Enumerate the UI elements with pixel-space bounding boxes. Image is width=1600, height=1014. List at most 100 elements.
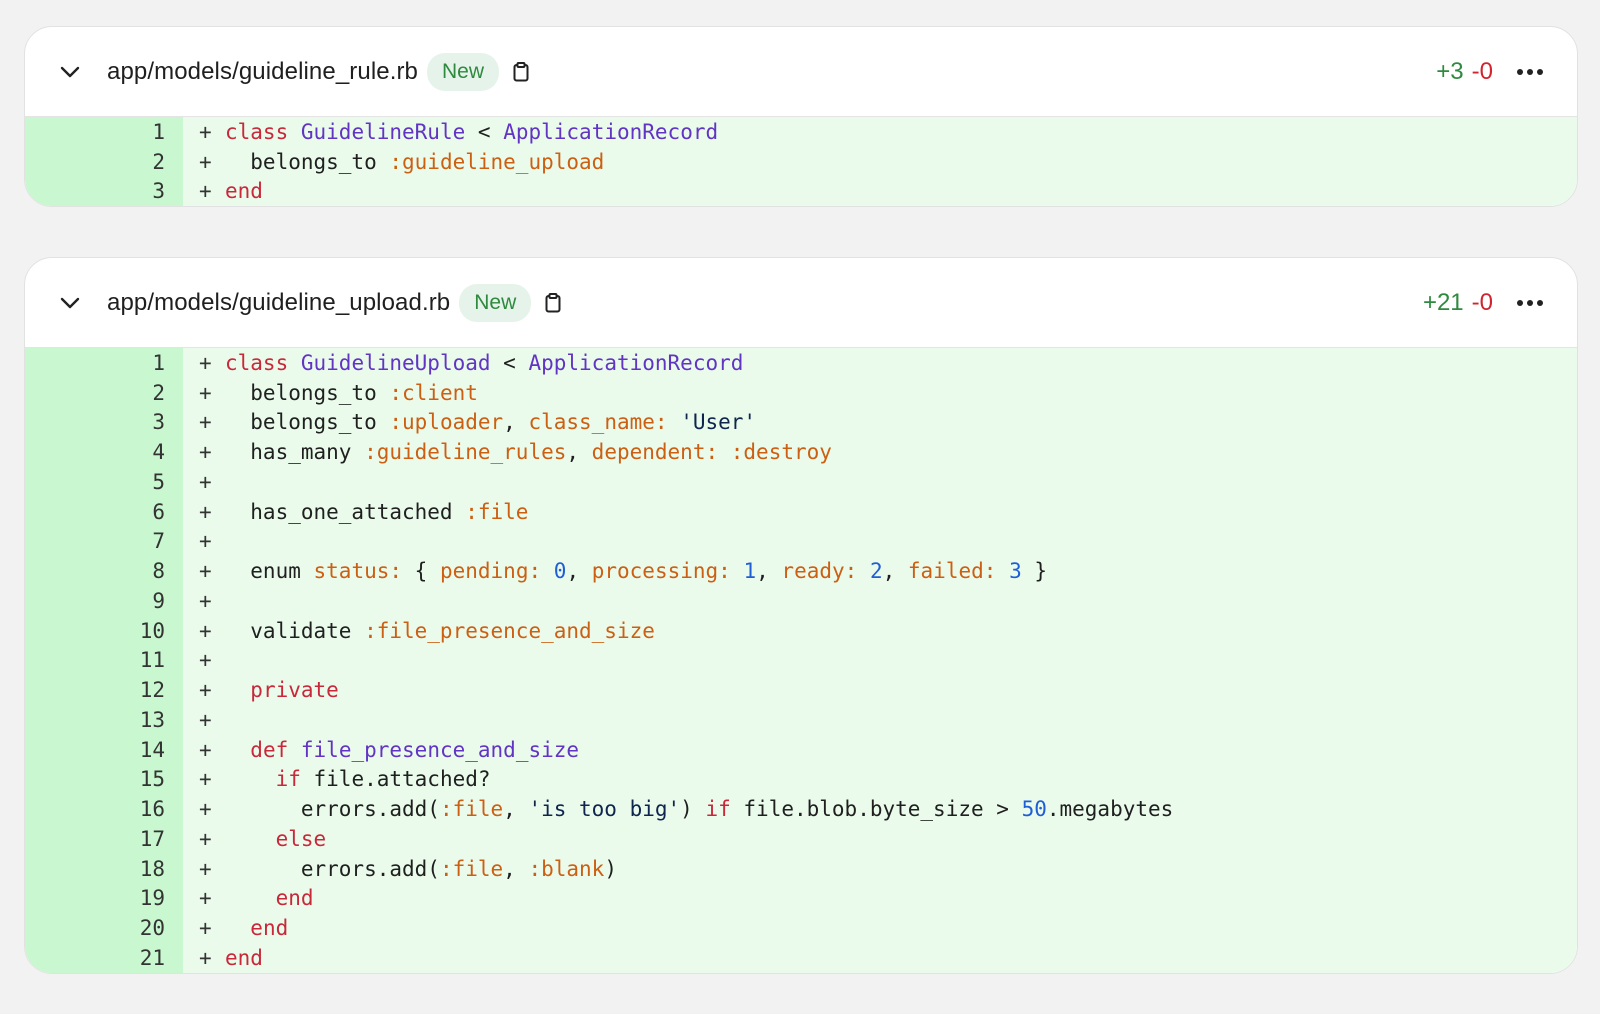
diff-stats: +3 -0 [1436, 27, 1493, 117]
diff-body: 1 + class GuidelineRule < ApplicationRecor… [25, 117, 1577, 206]
code-token: 1 [743, 559, 757, 584]
line-number: 13 [139, 707, 165, 732]
code-token: 'User' [680, 410, 757, 435]
code-token: 3 [1009, 559, 1022, 584]
code-token: pending: [439, 559, 542, 584]
addition-marker: + [199, 469, 212, 494]
clipboard-icon[interactable] [511, 61, 531, 83]
diff-line: 9 + [25, 586, 1577, 616]
code-token: end [250, 916, 289, 941]
addition-marker: + [199, 588, 212, 613]
code-token: } [1021, 559, 1048, 584]
code-token: :file [465, 499, 529, 524]
addition-marker: + [199, 499, 212, 524]
chevron-down-icon[interactable] [59, 61, 81, 83]
diff-line: 12 + private [25, 675, 1577, 705]
addition-marker: + [199, 648, 212, 673]
additions-count: +21 [1422, 289, 1464, 316]
line-number: 20 [139, 916, 165, 941]
addition-marker: + [199, 410, 212, 435]
diff-line: 21 + end [25, 943, 1577, 973]
code-token: dependent: [591, 440, 719, 465]
code-token: < [490, 350, 529, 375]
addition-marker: + [199, 529, 212, 554]
code-token: file_presence_and_size [300, 737, 580, 762]
code-content: belongs_to :uploader, class_name: 'User' [225, 410, 756, 434]
code-content: private [225, 678, 339, 702]
diff-stats: +21 -0 [1423, 258, 1493, 348]
addition-marker: + [199, 797, 212, 822]
code-token: :file_presence_and_size [364, 618, 655, 643]
code-token: , [503, 797, 529, 822]
code-token: ready: [781, 559, 858, 584]
code-token: :guideline_upload [389, 149, 605, 174]
file-header: app/models/guideline_upload.rb New +21 -… [25, 258, 1577, 348]
code-token: :file [439, 797, 504, 822]
chevron-down-icon[interactable] [59, 292, 81, 314]
code-token: belongs_to [225, 149, 390, 174]
code-content: if file.attached? [225, 767, 491, 791]
diff-line: 1 + class GuidelineRule < ApplicationRecor… [25, 117, 1577, 147]
addition-marker: + [199, 707, 212, 732]
deletions-count: -0 [1471, 289, 1493, 316]
addition-marker: + [199, 886, 212, 911]
code-token: belongs_to [225, 380, 390, 405]
code-token: else [275, 826, 327, 851]
code-token: errors.add( [225, 856, 440, 881]
code-token: :destroy [730, 440, 832, 465]
new-badge: New [459, 283, 532, 322]
code-token: class [225, 350, 289, 375]
line-number: 11 [139, 648, 165, 673]
new-badge: New [427, 52, 500, 91]
line-number: 15 [139, 767, 165, 792]
code-token: end [275, 886, 314, 911]
diff-file-card: app/models/guideline_rule.rb New +3 -0 1… [24, 26, 1578, 207]
addition-marker: + [199, 559, 212, 584]
code-token: , [503, 410, 529, 435]
line-number: 17 [139, 826, 165, 851]
diff-line: 14 + def file_presence_and_size [25, 735, 1577, 765]
addition-marker: + [199, 179, 212, 204]
code-token: def [250, 737, 289, 762]
code-token: , [566, 440, 592, 465]
code-token: :guideline_rules [364, 440, 567, 465]
code-token: ) [604, 856, 617, 881]
addition-marker: + [199, 440, 212, 465]
code-token: errors.add( [225, 797, 440, 822]
code-token: processing: [591, 559, 731, 584]
line-number: 1 [152, 350, 165, 375]
code-content: class GuidelineRule < ApplicationRecord [225, 120, 718, 144]
line-number: 8 [152, 559, 165, 584]
line-number: 21 [139, 945, 165, 970]
ellipsis-icon[interactable] [1515, 291, 1545, 315]
diff-line: 3 + belongs_to :uploader, class_name: 'Us… [25, 408, 1577, 438]
code-token: :uploader [389, 410, 504, 435]
code-content: enum status: { pending: 0, processing: 1… [225, 559, 1047, 583]
additions-count: +3 [1436, 58, 1464, 85]
code-content: errors.add(:file, :blank) [225, 857, 617, 881]
code-token: belongs_to [225, 410, 390, 435]
diff-line: 13 + [25, 705, 1577, 735]
line-number: 3 [152, 410, 165, 435]
code-token: if [705, 797, 731, 822]
code-token: { [402, 559, 440, 584]
ellipsis-icon[interactable] [1515, 60, 1545, 84]
file-path[interactable]: app/models/guideline_upload.rb [107, 289, 450, 317]
file-path[interactable]: app/models/guideline_rule.rb [107, 58, 418, 86]
clipboard-icon[interactable] [543, 292, 563, 314]
code-token: ApplicationRecord [528, 350, 744, 375]
diff-line: 2 + belongs_to :guideline_upload [25, 147, 1577, 177]
line-number: 2 [152, 149, 165, 174]
